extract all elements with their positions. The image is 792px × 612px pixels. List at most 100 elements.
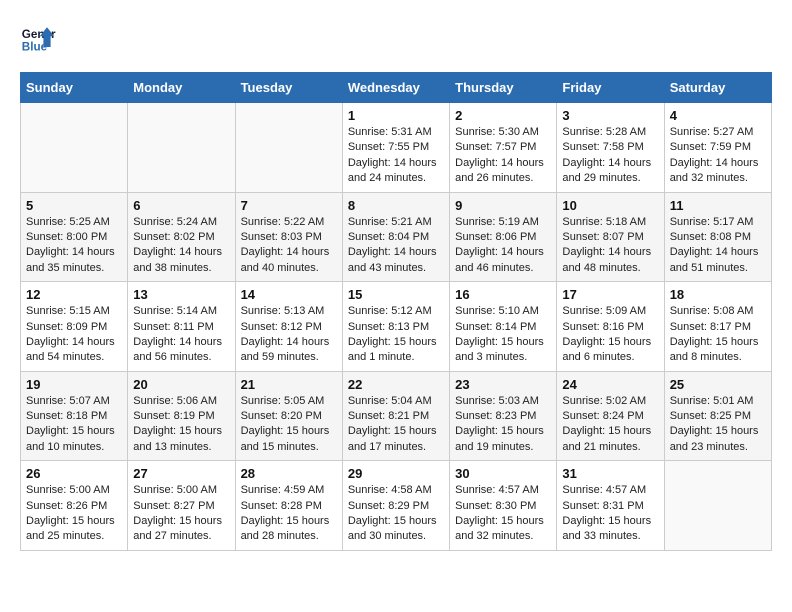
calendar-week-5: 26Sunrise: 5:00 AMSunset: 8:26 PMDayligh…: [21, 461, 772, 551]
day-number: 21: [241, 377, 337, 392]
cell-sunset: Sunset: 8:14 PM: [455, 321, 536, 333]
cell-sunset: Sunset: 8:24 PM: [562, 410, 643, 422]
day-number: 5: [26, 198, 122, 213]
logo: General Blue: [20, 20, 56, 56]
cell-daylight: Daylight: 15 hours and 33 minutes.: [562, 515, 651, 542]
cell-daylight: Daylight: 15 hours and 25 minutes.: [26, 515, 115, 542]
weekday-header-tuesday: Tuesday: [235, 73, 342, 103]
day-number: 14: [241, 287, 337, 302]
cell-daylight: Daylight: 14 hours and 24 minutes.: [348, 157, 437, 184]
cell-sunset: Sunset: 8:03 PM: [241, 231, 322, 243]
cell-daylight: Daylight: 15 hours and 30 minutes.: [348, 515, 437, 542]
cell-sunset: Sunset: 7:58 PM: [562, 141, 643, 153]
cell-sunrise: Sunrise: 5:02 AM: [562, 395, 646, 407]
day-number: 25: [670, 377, 766, 392]
day-number: 2: [455, 108, 551, 123]
calendar-cell: 4Sunrise: 5:27 AMSunset: 7:59 PMDaylight…: [664, 103, 771, 193]
cell-sunrise: Sunrise: 4:59 AM: [241, 484, 325, 496]
cell-daylight: Daylight: 14 hours and 40 minutes.: [241, 246, 330, 273]
cell-sunset: Sunset: 7:55 PM: [348, 141, 429, 153]
cell-sunset: Sunset: 8:04 PM: [348, 231, 429, 243]
calendar-cell: [235, 103, 342, 193]
day-number: 23: [455, 377, 551, 392]
cell-sunset: Sunset: 8:11 PM: [133, 321, 214, 333]
page-header: General Blue: [20, 20, 772, 56]
day-number: 16: [455, 287, 551, 302]
logo-icon: General Blue: [20, 20, 56, 56]
cell-sunset: Sunset: 8:23 PM: [455, 410, 536, 422]
day-number: 8: [348, 198, 444, 213]
calendar-cell: 21 Sunrise: 5:05 AM Sunset: 8:20 PM Dayligh…: [235, 371, 342, 461]
cell-daylight: Daylight: 15 hours and 6 minutes.: [562, 336, 651, 363]
calendar-cell: [128, 103, 235, 193]
cell-daylight: Daylight: 15 hours and 19 minutes.: [455, 425, 544, 452]
cell-sunrise: Sunrise: 5:08 AM: [670, 305, 754, 317]
cell-sunrise: Sunrise: 5:21 AM: [348, 216, 432, 228]
cell-daylight: Daylight: 15 hours and 32 minutes.: [455, 515, 544, 542]
day-number: 28: [241, 466, 337, 481]
cell-sunrise: Sunrise: 4:57 AM: [562, 484, 646, 496]
calendar-week-3: 12Sunrise: 5:15 AMSunset: 8:09 PMDayligh…: [21, 282, 772, 372]
calendar-cell: 22Sunrise: 5:04 AMSunset: 8:21 PMDayligh…: [342, 371, 449, 461]
cell-sunrise: Sunrise: 5:31 AM: [348, 126, 432, 138]
calendar-cell: 13Sunrise: 5:14 AMSunset: 8:11 PMDayligh…: [128, 282, 235, 372]
cell-sunrise: Sunrise: 5:01 AM: [670, 395, 754, 407]
day-number: 26: [26, 466, 122, 481]
calendar-cell: 10Sunrise: 5:18 AMSunset: 8:07 PMDayligh…: [557, 192, 664, 282]
cell-sunrise: Sunrise: 5:17 AM: [670, 216, 754, 228]
cell-sunset: Sunset: 8:21 PM: [348, 410, 429, 422]
cell-sunrise: Sunrise: 5:06 AM: [133, 395, 217, 407]
cell-sunset: Sunset: 8:08 PM: [670, 231, 751, 243]
calendar-cell: 16Sunrise: 5:10 AMSunset: 8:14 PMDayligh…: [450, 282, 557, 372]
cell-sunrise: Sunrise: 5:22 AM: [241, 216, 325, 228]
calendar-cell: 27Sunrise: 5:00 AMSunset: 8:27 PMDayligh…: [128, 461, 235, 551]
cell-daylight: Daylight: 15 hours and 8 minutes.: [670, 336, 759, 363]
day-number: 17: [562, 287, 658, 302]
calendar-cell: 19Sunrise: 5:07 AMSunset: 8:18 PMDayligh…: [21, 371, 128, 461]
cell-sunrise: Sunrise: 5:00 AM: [26, 484, 110, 496]
cell-daylight: Daylight: 15 hours and 27 minutes.: [133, 515, 222, 542]
cell-sunrise: Sunrise: 5:09 AM: [562, 305, 646, 317]
cell-sunrise: Sunrise: 5:00 AM: [133, 484, 217, 496]
calendar-cell: 5Sunrise: 5:25 AMSunset: 8:00 PMDaylight…: [21, 192, 128, 282]
calendar-table: SundayMondayTuesdayWednesdayThursdayFrid…: [20, 72, 772, 551]
calendar-cell: 2Sunrise: 5:30 AMSunset: 7:57 PMDaylight…: [450, 103, 557, 193]
cell-sunrise: Sunrise: 5:19 AM: [455, 216, 539, 228]
cell-daylight: Daylight: 15 hours and 28 minutes.: [241, 515, 330, 542]
cell-sunset: Sunset: 8:07 PM: [562, 231, 643, 243]
calendar-cell: 9Sunrise: 5:19 AMSunset: 8:06 PMDaylight…: [450, 192, 557, 282]
day-number: 1: [348, 108, 444, 123]
day-number: 22: [348, 377, 444, 392]
cell-sunrise: Sunrise: 5:07 AM: [26, 395, 110, 407]
calendar-cell: 11Sunrise: 5:17 AMSunset: 8:08 PMDayligh…: [664, 192, 771, 282]
day-number: 12: [26, 287, 122, 302]
calendar-cell: 8Sunrise: 5:21 AMSunset: 8:04 PMDaylight…: [342, 192, 449, 282]
cell-sunset: Sunset: 8:17 PM: [670, 321, 751, 333]
cell-daylight: Daylight: 14 hours and 35 minutes.: [26, 246, 115, 273]
cell-sunrise: Sunrise: 5:05 AM: [241, 395, 325, 407]
day-number: 3: [562, 108, 658, 123]
cell-sunset: Sunset: 8:06 PM: [455, 231, 536, 243]
calendar-cell: 17Sunrise: 5:09 AMSunset: 8:16 PMDayligh…: [557, 282, 664, 372]
cell-daylight: Daylight: 15 hours and 15 minutes.: [241, 425, 330, 452]
weekday-header-wednesday: Wednesday: [342, 73, 449, 103]
cell-sunrise: Sunrise: 4:57 AM: [455, 484, 539, 496]
day-number: 29: [348, 466, 444, 481]
day-number: 30: [455, 466, 551, 481]
day-number: 4: [670, 108, 766, 123]
day-number: 24: [562, 377, 658, 392]
cell-daylight: Daylight: 15 hours and 21 minutes.: [562, 425, 651, 452]
day-number: 11: [670, 198, 766, 213]
cell-sunrise: Sunrise: 5:28 AM: [562, 126, 646, 138]
cell-daylight: Daylight: 14 hours and 56 minutes.: [133, 336, 222, 363]
calendar-cell: 20Sunrise: 5:06 AMSunset: 8:19 PMDayligh…: [128, 371, 235, 461]
calendar-cell: 3Sunrise: 5:28 AMSunset: 7:58 PMDaylight…: [557, 103, 664, 193]
weekday-header-monday: Monday: [128, 73, 235, 103]
weekday-header-saturday: Saturday: [664, 73, 771, 103]
cell-sunset: Sunset: 8:09 PM: [26, 321, 107, 333]
cell-daylight: Daylight: 14 hours and 59 minutes.: [241, 336, 330, 363]
cell-sunset: Sunset: 8:20 PM: [241, 410, 322, 422]
cell-daylight: Daylight: 15 hours and 13 minutes.: [133, 425, 222, 452]
day-number: 13: [133, 287, 229, 302]
cell-sunset: Sunset: 8:25 PM: [670, 410, 751, 422]
